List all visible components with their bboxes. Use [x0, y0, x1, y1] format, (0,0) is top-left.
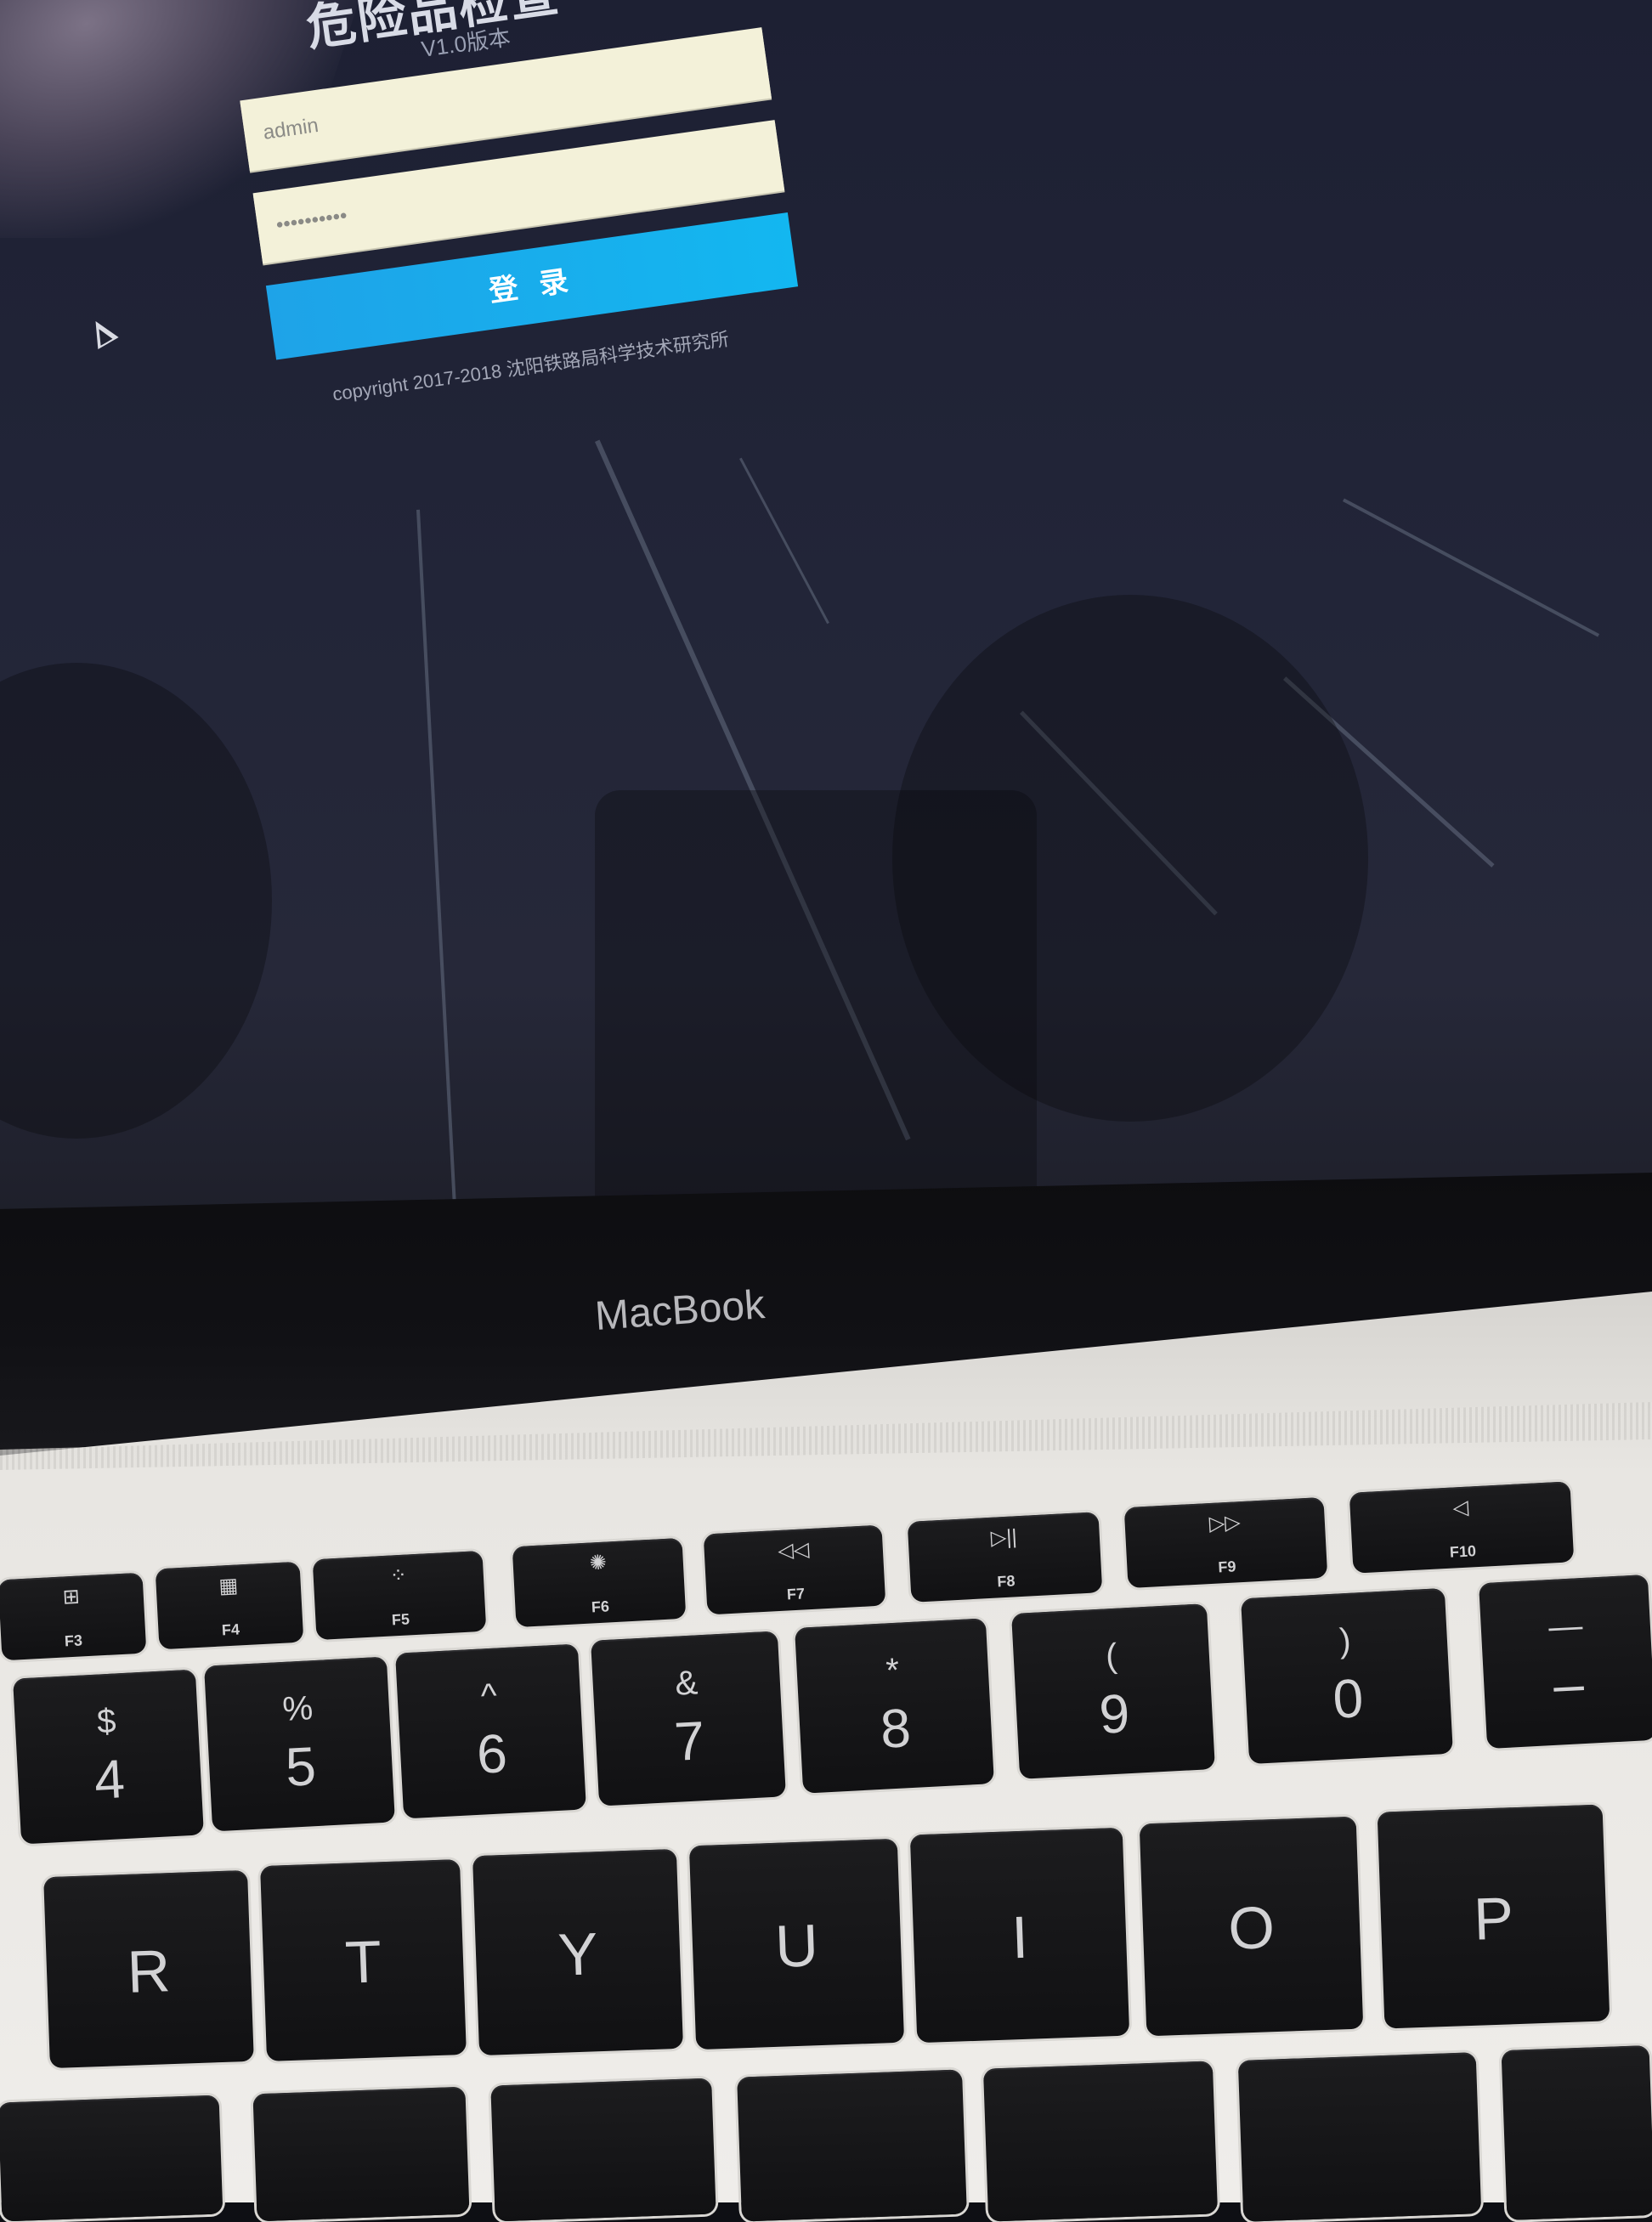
keyboard-brightness-up-icon: ✺: [589, 1551, 608, 1575]
rewind-icon: ◁◁: [777, 1538, 810, 1563]
key-label: F8: [996, 1572, 1016, 1591]
key-4[interactable]: $ 4: [13, 1669, 204, 1845]
key-u[interactable]: U: [688, 1838, 905, 2050]
key-f8[interactable]: ▷|| F8: [907, 1512, 1103, 1603]
key-main-symbol: I: [1010, 1903, 1030, 1970]
key-label: F5: [391, 1610, 410, 1629]
play-pause-icon: ▷||: [990, 1525, 1018, 1550]
key-label: F3: [64, 1631, 83, 1650]
key-y[interactable]: Y: [472, 1848, 684, 2056]
background-road-line: [416, 509, 460, 1257]
key-main-symbol: Y: [557, 1920, 599, 1988]
login-panel: 危险品检查 V1.0版本 admin •••••••••• 登 录 copyri…: [221, 0, 902, 505]
key-shift-symbol: ): [1338, 1621, 1352, 1660]
launchpad-icon: ▦: [218, 1574, 239, 1598]
key-partial[interactable]: [252, 2086, 470, 2222]
keyboard-brightness-down-icon: ⁘: [389, 1563, 408, 1588]
key-main-symbol: O: [1226, 1894, 1276, 1962]
key-6[interactable]: ^ 6: [395, 1643, 586, 1819]
key-shift-symbol: *: [885, 1651, 901, 1690]
key-5[interactable]: % 5: [204, 1656, 395, 1832]
key-partial[interactable]: [1237, 2052, 1482, 2222]
key-9[interactable]: ( 9: [1011, 1603, 1215, 1779]
key-label: F7: [786, 1585, 806, 1603]
key-shift-symbol: %: [281, 1689, 314, 1728]
key-p[interactable]: P: [1377, 1804, 1610, 2029]
key-partial[interactable]: [0, 2095, 223, 2222]
key-main-symbol: 8: [879, 1697, 913, 1760]
key-7[interactable]: & 7: [591, 1631, 786, 1806]
key-f3[interactable]: ⊞ F3: [0, 1572, 147, 1661]
key-shift-symbol: ^: [479, 1676, 498, 1716]
key-minus[interactable]: — –: [1479, 1574, 1652, 1750]
key-shift-symbol: (: [1105, 1637, 1118, 1676]
fast-forward-icon: ▷▷: [1208, 1511, 1242, 1535]
mute-icon: ◁: [1451, 1495, 1469, 1520]
key-main-symbol: 4: [93, 1748, 127, 1811]
key-main-symbol: R: [126, 1936, 172, 2005]
key-0[interactable]: ) 0: [1241, 1587, 1453, 1765]
key-main-symbol: 6: [475, 1722, 509, 1785]
key-f6[interactable]: ✺ F6: [512, 1537, 687, 1628]
key-shift-symbol: $: [96, 1702, 117, 1741]
key-partial[interactable]: [737, 2069, 967, 2222]
screen-reflection: [0, 663, 272, 1139]
key-i[interactable]: I: [909, 1827, 1130, 2044]
key-label: F6: [591, 1597, 610, 1616]
key-8[interactable]: * 8: [795, 1618, 994, 1794]
mission-control-icon: ⊞: [62, 1585, 81, 1609]
key-shift-symbol: &: [674, 1664, 699, 1703]
key-main-symbol: P: [1472, 1884, 1515, 1953]
key-f7[interactable]: ◁◁ F7: [703, 1524, 886, 1615]
key-shift-symbol: —: [1547, 1607, 1584, 1647]
key-main-symbol: 9: [1097, 1682, 1132, 1745]
key-f10[interactable]: ◁ F10: [1349, 1481, 1575, 1574]
key-main-symbol: –: [1552, 1653, 1586, 1716]
key-main-symbol: T: [343, 1928, 383, 1996]
key-partial[interactable]: [490, 2078, 716, 2222]
key-partial[interactable]: [1501, 2045, 1652, 2220]
key-main-symbol: 0: [1331, 1667, 1366, 1730]
key-label: F10: [1449, 1542, 1477, 1561]
key-r[interactable]: R: [43, 1869, 254, 2069]
key-main-symbol: 7: [672, 1710, 707, 1773]
screen-reflection: [595, 790, 1037, 1249]
key-main-symbol: 5: [284, 1735, 318, 1798]
background-road-line: [1343, 498, 1600, 637]
key-label: F4: [221, 1620, 240, 1639]
key-f4[interactable]: ▦ F4: [155, 1561, 304, 1650]
key-partial[interactable]: [982, 2061, 1219, 2222]
key-t[interactable]: T: [260, 1858, 467, 2062]
key-f5[interactable]: ⁘ F5: [312, 1550, 487, 1641]
background-road-line: [739, 457, 829, 625]
key-label: F9: [1217, 1558, 1237, 1576]
laptop-screen: 危险品检查 V1.0版本 admin •••••••••• 登 录 copyri…: [0, 0, 1652, 1309]
key-f9[interactable]: ▷▷ F9: [1123, 1496, 1328, 1589]
key-main-symbol: U: [773, 1912, 820, 1980]
key-o[interactable]: O: [1139, 1816, 1364, 2037]
